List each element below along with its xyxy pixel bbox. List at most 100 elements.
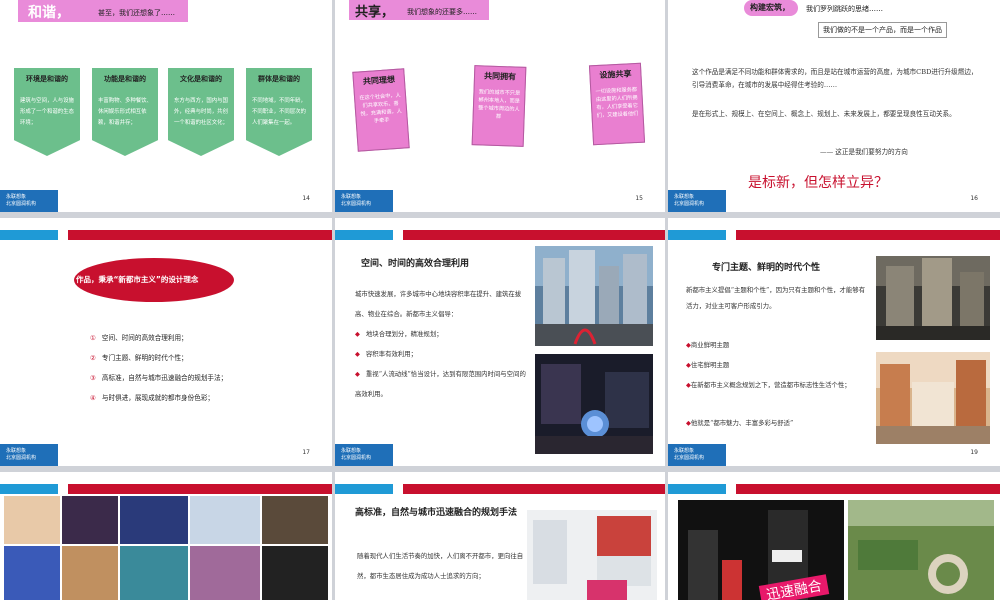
list-text: 专门主题、鲜明的时代个性； [101,354,188,362]
bullet-text: 住宅鲜明主题 [690,361,730,369]
header-bar-blue [668,230,726,240]
header-bar-red [736,230,1000,240]
paragraph-1: 这个作品是满足不同功能和群体需求的，而且是站在城市运营的高度，为城市CBD进行升… [692,68,978,89]
header-bar-red [736,484,1000,494]
footer-line1: 永联想象 [341,194,362,200]
note-body: 在这个社会中，人们共享欢乐、喜悦，充满和谐，人手牵手 [359,92,403,125]
slide-body: 城市快速发展，许多城市中心地块容积率在提升、建筑在拔高、物业在综合。新都市主义倡… [355,284,531,404]
bullet-item: ◆ 地块合理划分，精准规划； [355,330,443,338]
list-number: ③ [90,374,96,382]
note-body: 我们的城市不只是郴州本地人，而是整个城市周边的人群 [478,89,521,121]
photo-commercial-street [876,352,990,444]
header-bar-red [403,230,665,240]
footer-line2: 北京圆润机构 [6,455,37,461]
slide-heading: 高标准，自然与城市迅速融合的规划手法 [355,508,518,518]
list-item: ③ 高标准，自然与城市迅速融合的规划手法； [90,372,227,382]
footer-line2: 北京圆润机构 [674,455,705,461]
list-item: ① 空间、时间的高效合理利用； [90,332,188,342]
paragraph-2: 是在形式上、规模上、在空间上、概念上、规划上、未来发展上，都要呈现良性互动关系。 [692,110,956,118]
page-number: 19 [970,449,978,456]
slide-16[interactable]: 构建宏筑， 我们罗列跳跃的思绪…… 我们做的不是一个产品，而是一个作品 这个作品… [668,0,1000,212]
footer-badge: 永联想象 北京圆润机构 [0,190,58,212]
title-main: 和谐， [28,5,70,21]
photo-collage [4,496,328,600]
note-heading: 共同理想 [362,74,396,87]
list-number: ② [90,354,96,362]
footer-badge: 永联想象 北京圆润机构 [335,190,393,212]
footer-line2: 北京圆润机构 [341,201,372,207]
photo-city-towers [535,246,653,346]
list-item: ② 专门主题、鲜明的时代个性； [90,352,188,362]
card-heading: 文化是和谐的 [180,75,222,83]
card-body: 不同地域，不同年龄，不同职业，不同层次的人们聚集在一起。 [252,98,306,126]
slide-title: 共享， 我们想象的还要多…… [349,0,489,20]
list-text: 与时俱进，展现成就的都市身份色彩； [101,394,215,402]
slide-heading: 专门主题、鲜明的时代个性 [712,263,821,273]
page-number: 14 [302,195,310,202]
slide-20[interactable] [0,472,332,600]
slide-heading: 空间、时间的高效合理利用 [361,259,470,269]
card-function: 功能是和谐的 丰富购物、多种餐饮、休闲娱乐形式相互依赖，和谐并存； [92,68,158,156]
footer-line2: 北京圆润机构 [341,455,372,461]
header-bar-blue [335,230,393,240]
footer-badge: 永联想象 北京圆润机构 [335,444,393,466]
slide-21[interactable]: 高标准，自然与城市迅速融合的规划手法 随着现代人们生活节奏的加快，人们离不开都市… [335,472,665,600]
photo-green-rooftop [848,500,994,600]
header-bar-red [403,484,665,494]
card-body: 建筑与空间，人与设施形成了一个和谐的生态环境； [20,98,74,126]
page-number: 15 [635,195,643,202]
title-sub: 我们想象的还要多…… [407,8,477,16]
bullet-text: 地块合理划分，精准规划； [365,330,443,338]
bullet-item: ◆ 重视“人流动线”恰当设计，达到有限范围内时间与空间的高效利用。 [355,370,526,398]
page-number: 17 [302,449,310,456]
list-item: ④ 与时俱进，展现成就的都市身份色彩； [90,392,214,402]
card-heading: 功能是和谐的 [104,75,146,83]
header-bar-blue [335,484,393,494]
header-bar-blue [668,484,726,494]
slide-19[interactable]: 专门主题、鲜明的时代个性 新都市主义提倡“主题和个性”，因为只有主题和个性，才能… [668,218,1000,466]
slide-title: 构建宏筑， [744,0,798,16]
footer-badge: 永联想象 北京圆润机构 [668,444,726,466]
title-sub: 我们罗列跳跃的思绪…… [806,5,883,13]
footer-line1: 永联想象 [6,448,27,454]
footer-badge: 永联想象 北京圆润机构 [0,444,58,466]
header-bar-blue [0,484,58,494]
photo-residential-towers [876,256,990,340]
slide-body: 随着现代人们生活节奏的加快，人们离不开都市，更向往自然，都市生态居住成为成功人士… [357,552,524,580]
card-body: 丰富购物、多种餐饮、休闲娱乐形式相互依赖，和谐并存； [98,98,152,126]
card-environment: 环境是和谐的 建筑与空间，人与设施形成了一个和谐的生态环境； [14,68,80,156]
title-sub: 甚至，我们还想象了…… [98,9,175,17]
footer-line1: 永联想象 [674,448,695,454]
header-bar-red [68,230,332,240]
bullet-text: 在新都市主义概念规划之下，营造都市标志性生活个性； [690,381,851,389]
note-heading: 共同拥有 [483,71,517,82]
slide-22[interactable]: 迅速融合 [668,472,1000,600]
card-culture: 文化是和谐的 东方与西方，国内与国外，经典与时尚，共创一个和谐的社区文化； [168,68,234,156]
footer-line1: 永联想象 [6,194,27,200]
slide-18[interactable]: 空间、时间的高效合理利用 城市快速发展，许多城市中心地块容积率在提升、建筑在拔高… [335,218,665,466]
footer-line2: 北京圆润机构 [6,201,37,207]
title-main: 构建宏筑， [750,3,790,12]
list-number: ① [90,334,96,342]
page-number: 16 [970,195,978,202]
footer-line2: 北京圆润机构 [674,201,705,207]
note-body: 一切设施和服务都由这里的人们所拥有，人们享受着它们，又建设着他们 [595,86,639,120]
slide-14[interactable]: 和谐， 甚至，我们还想象了…… 环境是和谐的 建筑与空间，人与设施形成了一个和谐… [0,0,332,212]
note-shared-facilities: 设施共享 一切设施和服务都由这里的人们所拥有，人们享受着它们，又建设着他们 [588,62,646,146]
header-bar-red [68,484,332,494]
note-shared-ownership: 共同拥有 我们的城市不只是郴州本地人，而是整个城市周边的人群 [471,65,527,147]
list-text: 高标准，自然与城市迅速融合的规划手法； [101,374,228,382]
note-heading: 设施共享 [599,69,632,80]
theme-oval: 作品，秉承“新都市主义”的设计理念 [74,258,234,302]
theme-text: 作品，秉承“新都市主义”的设计理念 [76,275,199,284]
card-body: 东方与西方，国内与国外，经典与时尚，共创一个和谐的社区文化； [174,98,228,126]
card-community: 群体是和谐的 不同地域，不同年龄，不同职业，不同层次的人们聚集在一起。 [246,68,312,156]
list-text: 空间、时间的高效合理利用； [101,334,188,342]
slide-15[interactable]: 共享， 我们想象的还要多…… 共同理想 在这个社会中，人们共享欢乐、喜悦，充满和… [335,0,665,212]
intro-text: 城市快速发展，许多城市中心地块容积率在提升、建筑在拔高、物业在综合。新都市主义倡… [355,290,522,318]
bullet-item: ◆ 容积率有效利用； [355,350,418,358]
bullet-item: ◆住宅鲜明主题 [686,361,730,369]
slide-17[interactable]: 作品，秉承“新都市主义”的设计理念 ① 空间、时间的高效合理利用； ② 专门主题、鲜… [0,218,332,466]
slide-title: 和谐， 甚至，我们还想象了…… [18,0,188,22]
footer-line1: 永联想象 [341,448,362,454]
